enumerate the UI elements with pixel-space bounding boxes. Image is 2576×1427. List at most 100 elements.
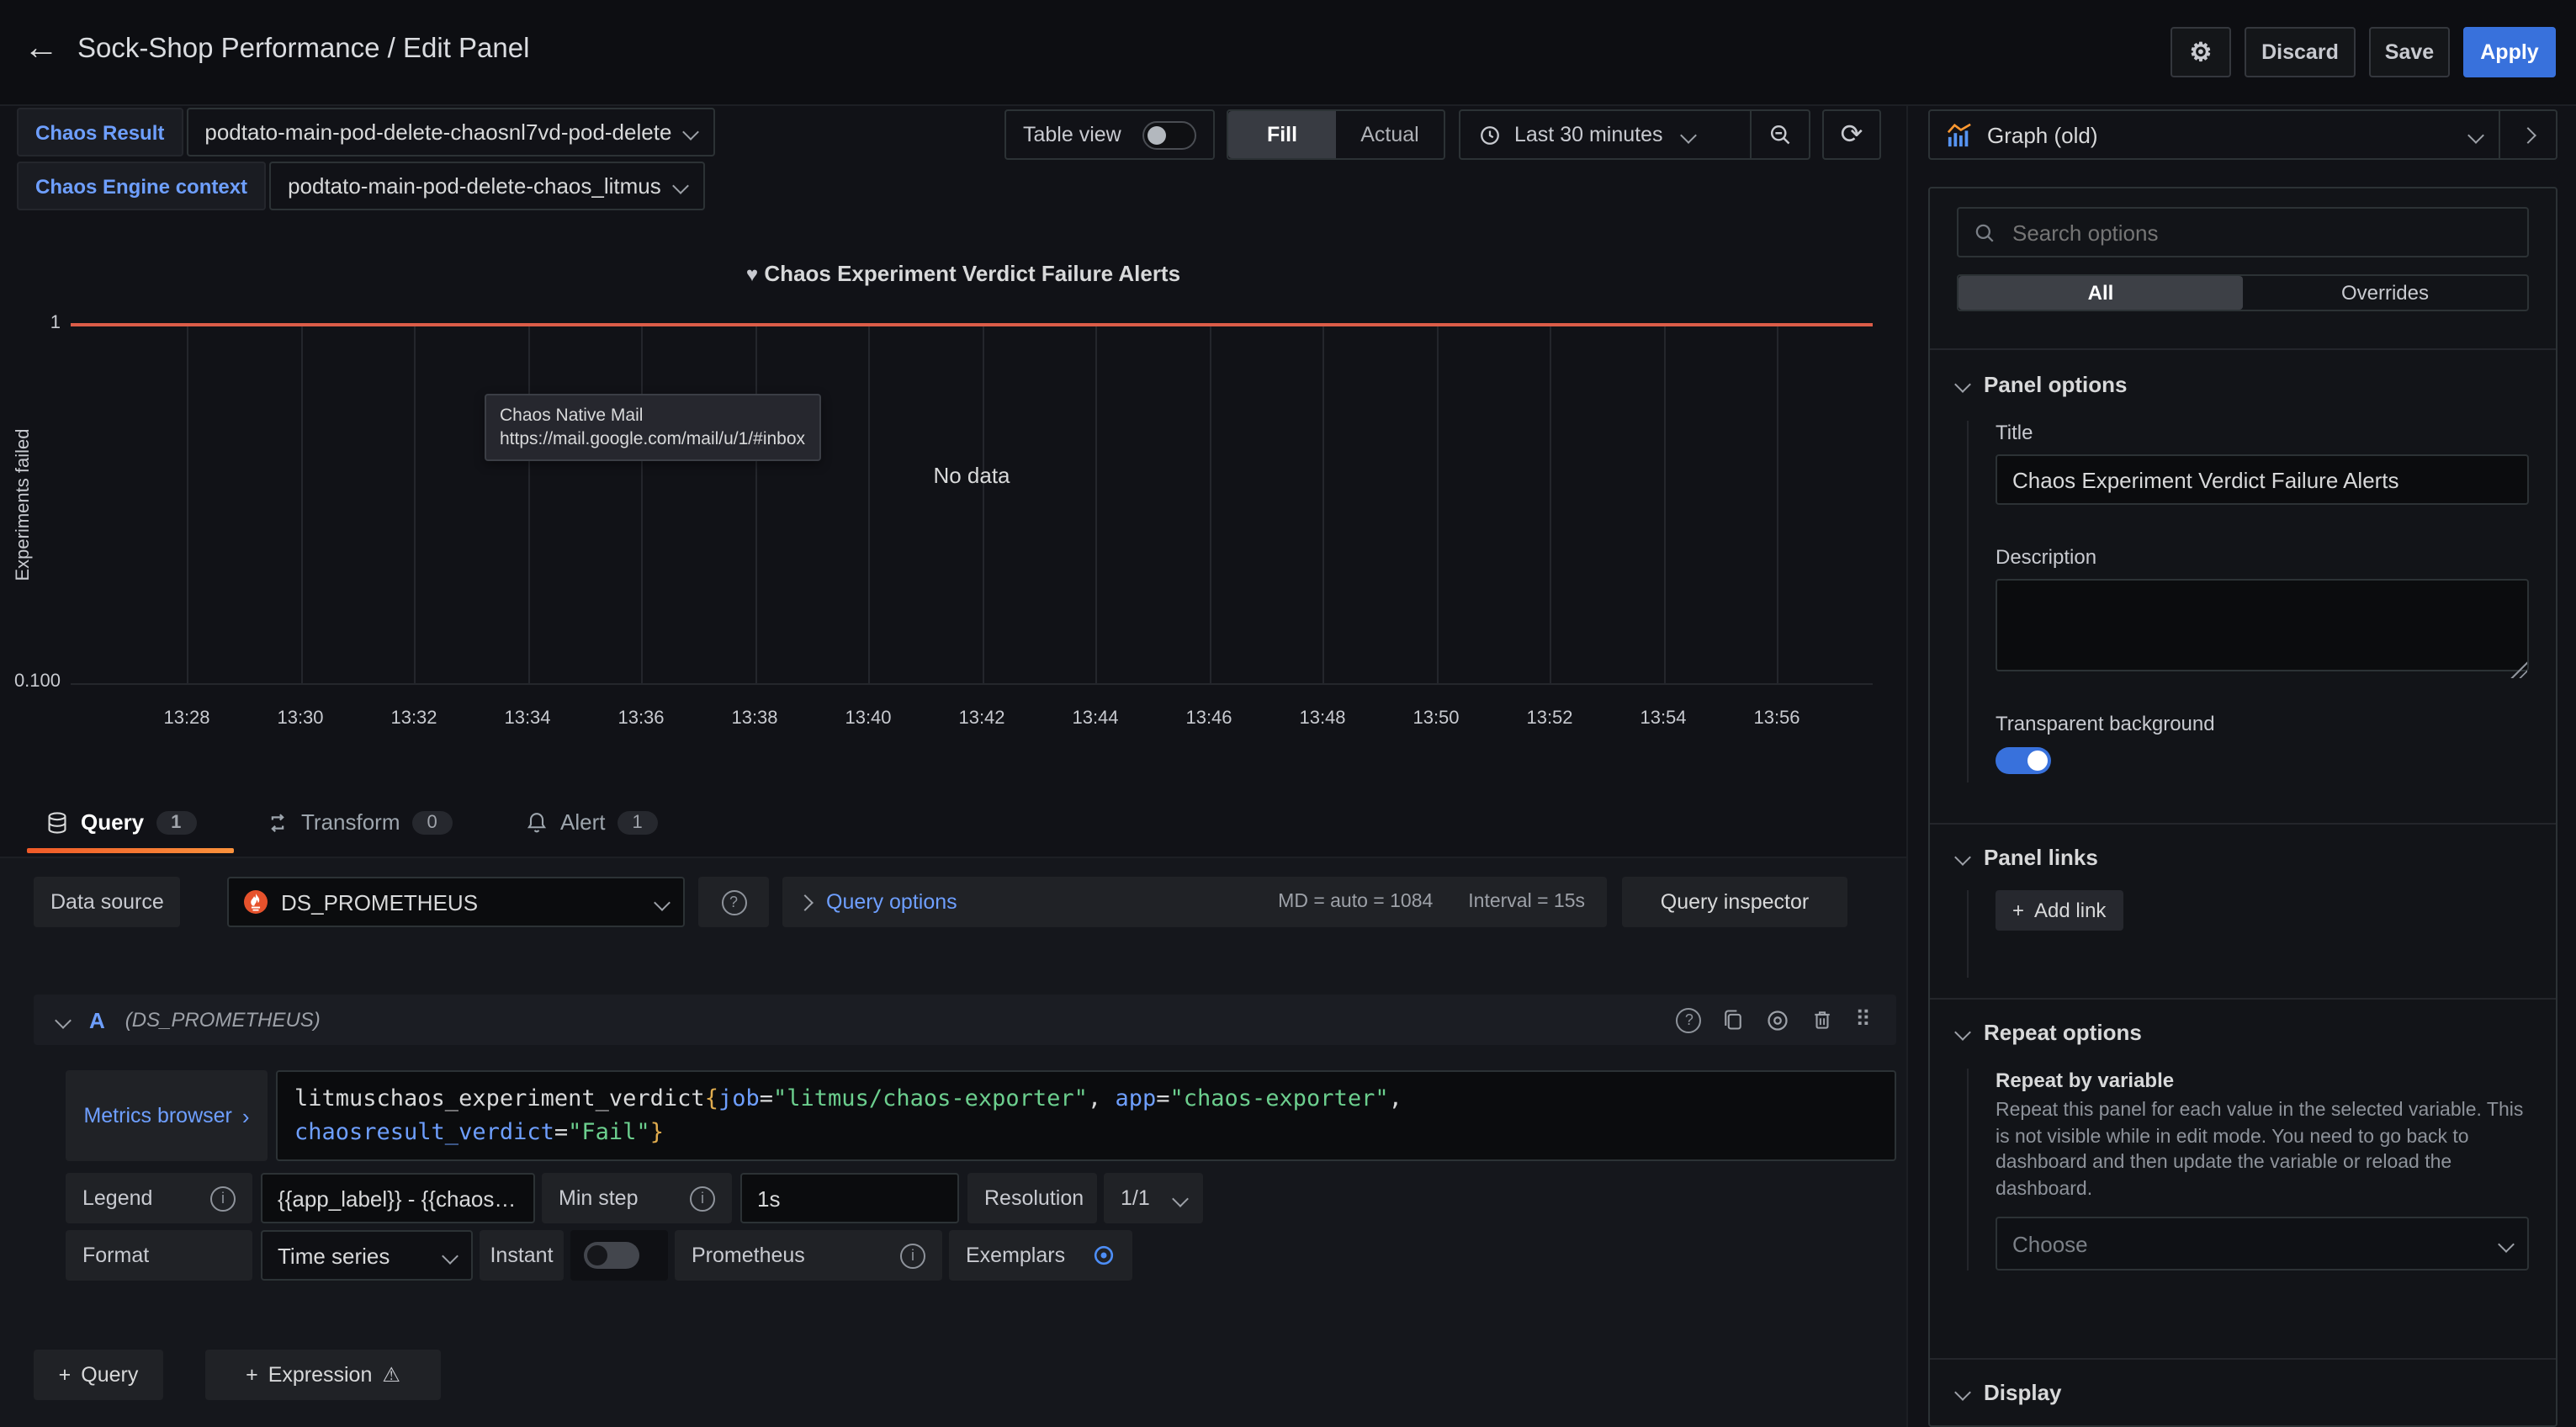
chevron-down-icon: [1954, 849, 1971, 866]
format-select[interactable]: Time series: [261, 1230, 473, 1281]
chevron-right-icon: [797, 894, 814, 910]
y-axis-label: Experiments failed: [13, 429, 34, 581]
repeat-options-body: Repeat by variable Repeat this panel for…: [1967, 1069, 2529, 1271]
top-navbar: ← Sock-Shop Performance / Edit Panel ⚙ D…: [0, 0, 2576, 106]
page-title: Sock-Shop Performance / Edit Panel: [77, 34, 529, 66]
x-grid-line: [300, 325, 302, 683]
x-grid-line: [641, 325, 643, 683]
prometheus-icon: [244, 890, 268, 914]
x-grid-line: [755, 325, 756, 683]
data-link-title: Chaos Native Mail: [500, 404, 805, 427]
drag-handle-icon[interactable]: ⠿: [1855, 1006, 1873, 1033]
instant-switch[interactable]: [584, 1242, 639, 1269]
query-options-header[interactable]: Query options MD = auto = 1084 Interval …: [782, 877, 1607, 927]
x-axis-tick-label: 13:48: [1299, 708, 1345, 729]
tab-all[interactable]: All: [1959, 276, 2243, 310]
tab-overrides[interactable]: Overrides: [2243, 276, 2527, 310]
x-axis-tick-label: 13:34: [504, 708, 550, 729]
section-panel-options[interactable]: Panel options: [1957, 350, 2529, 417]
delete-query-icon[interactable]: [1811, 1008, 1835, 1032]
variable-value-chaos-engine[interactable]: podtato-main-pod-delete-chaos_litmus: [269, 162, 705, 210]
time-range-picker[interactable]: Last 30 minutes: [1460, 111, 1752, 158]
save-button[interactable]: Save: [2369, 27, 2450, 77]
x-grid-line: [868, 325, 870, 683]
plus-icon: +: [2012, 899, 2024, 922]
title-label: Title: [1996, 421, 2529, 444]
promql-editor[interactable]: litmuschaos_experiment_verdict{job="litm…: [276, 1070, 1896, 1161]
datasource-picker[interactable]: DS_PROMETHEUS: [227, 877, 685, 927]
variable-row-chaos-engine: Chaos Engine context podtato-main-pod-de…: [17, 162, 705, 210]
prometheus-type-option: Prometheus i: [675, 1230, 942, 1281]
query-row-header[interactable]: A (DS_PROMETHEUS) ? ⠿: [34, 995, 1896, 1045]
metrics-browser-button[interactable]: Metrics browser ›: [66, 1070, 268, 1161]
resolution-select[interactable]: 1/1: [1104, 1173, 1203, 1223]
apply-button[interactable]: Apply: [2463, 27, 2556, 77]
chevron-right-icon: ›: [242, 1103, 250, 1128]
repeat-variable-select[interactable]: Choose: [1996, 1217, 2529, 1271]
refresh-icon: ⟳: [1841, 118, 1863, 151]
refresh-button[interactable]: ⟳: [1822, 109, 1881, 160]
tab-alert[interactable]: Alert 1: [525, 809, 658, 835]
chevron-down-icon: [1172, 1190, 1189, 1207]
query-help-icon[interactable]: ?: [1677, 1007, 1702, 1032]
datasource-help-button[interactable]: ?: [698, 877, 769, 927]
info-icon[interactable]: i: [210, 1186, 236, 1211]
section-panel-links[interactable]: Panel links: [1957, 825, 2529, 890]
info-icon[interactable]: i: [690, 1186, 715, 1211]
add-expression-button[interactable]: + Expression ⚠: [205, 1350, 441, 1400]
search-options-box[interactable]: [1957, 207, 2529, 257]
x-grid-line: [1322, 325, 1324, 683]
x-grid-line: [527, 325, 529, 683]
heart-icon: ♥: [746, 263, 758, 286]
x-axis-tick-label: 13:30: [277, 708, 323, 729]
duplicate-query-icon[interactable]: [1722, 1008, 1746, 1032]
chevron-down-icon: [2498, 1235, 2515, 1252]
clock-icon: [1479, 124, 1501, 146]
x-grid-line: [1777, 325, 1778, 683]
plus-icon: +: [246, 1363, 258, 1387]
zoom-out-time-button[interactable]: [1752, 111, 1809, 158]
tab-transform[interactable]: Transform 0: [266, 809, 453, 835]
repeat-by-variable-label: Repeat by variable: [1996, 1069, 2529, 1092]
gear-icon: ⚙: [2190, 37, 2213, 67]
fill-button[interactable]: Fill: [1228, 111, 1336, 158]
visualization-picker[interactable]: Graph (old): [1928, 109, 2557, 160]
add-link-button[interactable]: + Add link: [1996, 890, 2123, 931]
toggle-visibility-icon[interactable]: [1766, 1007, 1791, 1032]
legend-input[interactable]: {{app_label}} - {{chaos…: [261, 1173, 535, 1223]
exemplars-option: Exemplars: [949, 1230, 1132, 1281]
repeat-by-variable-description: Repeat this panel for each value in the …: [1996, 1099, 2529, 1203]
transform-icon: [266, 810, 289, 834]
x-axis-tick-label: 13:36: [617, 708, 664, 729]
query-count-badge: 1: [156, 810, 196, 834]
panel-description-input[interactable]: [1996, 579, 2529, 671]
x-grid-line: [1209, 325, 1211, 683]
min-step-input[interactable]: 1s: [740, 1173, 959, 1223]
max-data-points-stat: MD = auto = 1084: [1278, 892, 1433, 912]
plus-icon: +: [59, 1363, 72, 1387]
discard-button[interactable]: Discard: [2245, 27, 2356, 77]
actual-button[interactable]: Actual: [1336, 111, 1444, 158]
info-icon[interactable]: i: [900, 1243, 925, 1268]
y-axis-tick-label: 0.100: [0, 671, 61, 692]
search-options-input[interactable]: [2009, 218, 2512, 247]
table-view-switch[interactable]: [1142, 120, 1196, 149]
data-link-tooltip[interactable]: Chaos Native Mail https://mail.google.co…: [485, 394, 820, 461]
panel-title-input[interactable]: [1996, 454, 2529, 505]
panel-header[interactable]: ♥ Chaos Experiment Verdict Failure Alert…: [25, 261, 1901, 286]
section-repeat-options[interactable]: Repeat options: [1957, 1000, 2529, 1065]
query-inspector-button[interactable]: Query inspector: [1622, 877, 1847, 927]
back-arrow-icon[interactable]: ←: [24, 29, 59, 69]
collapse-options-pane-button[interactable]: [2499, 111, 2556, 158]
section-display[interactable]: Display: [1957, 1360, 2529, 1425]
variable-value-chaos-result[interactable]: podtato-main-pod-delete-chaosnl7vd-pod-d…: [186, 108, 715, 156]
panel-settings-button[interactable]: ⚙: [2171, 27, 2231, 77]
x-axis-tick-label: 13:44: [1072, 708, 1118, 729]
chevron-down-icon: [1954, 376, 1971, 393]
exemplars-icon[interactable]: [1092, 1244, 1116, 1267]
fill-actual-segmented: Fill Actual: [1227, 109, 1445, 160]
transparent-background-switch[interactable]: [1996, 747, 2051, 774]
x-axis-tick-label: 13:54: [1640, 708, 1686, 729]
tab-query[interactable]: Query 1: [45, 809, 196, 835]
add-query-button[interactable]: + Query: [34, 1350, 163, 1400]
